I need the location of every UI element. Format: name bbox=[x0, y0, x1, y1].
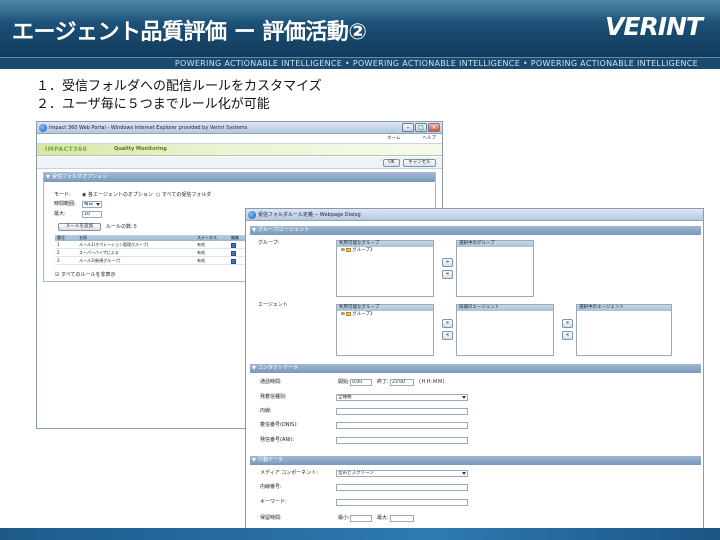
add-arrow-button[interactable]: » bbox=[442, 258, 453, 267]
dialog-title: 受信フォルダルール定義 -- Webpage Dialog bbox=[258, 212, 361, 218]
extension-number-label: 内線番号: bbox=[260, 484, 282, 490]
time-format-hint: (ＨＨ:ＭＭ) bbox=[419, 379, 445, 385]
media-label: メディア コンポーネント: bbox=[260, 470, 318, 476]
extension-label: 内線: bbox=[260, 408, 272, 414]
collapse-triangle-icon bbox=[252, 228, 256, 232]
max-input-2[interactable] bbox=[390, 515, 414, 522]
candidate-agents-list[interactable]: 候補のエージェント bbox=[456, 304, 554, 356]
slide-title: エージェント品質評価 ー 評価活動② bbox=[12, 20, 367, 45]
nav-home-link[interactable]: ホーム bbox=[387, 135, 400, 141]
direction-select[interactable]: 全種類 bbox=[336, 394, 468, 401]
start-time-input[interactable]: 0:00 bbox=[350, 379, 372, 386]
remove-arrow-button[interactable]: « bbox=[442, 270, 453, 279]
agent-label: エージェント bbox=[258, 302, 288, 308]
remove-arrow-button[interactable]: « bbox=[442, 331, 453, 340]
call-time-label: 通話時間: bbox=[260, 379, 282, 385]
close-button[interactable]: × bbox=[428, 123, 440, 132]
edit-icon[interactable] bbox=[231, 258, 236, 264]
add-arrow-button[interactable]: » bbox=[562, 319, 573, 328]
add-rule-button[interactable]: ルールを追加 bbox=[58, 223, 101, 231]
contact-data-section[interactable]: コンタクトデータ bbox=[250, 364, 701, 373]
bullet-item-2: ２．ユーザ毎に５つまでルール化が可能 bbox=[36, 97, 270, 112]
dnis-input[interactable] bbox=[336, 422, 468, 429]
min-label: 最小: bbox=[338, 515, 350, 521]
period-select[interactable]: 毎日 bbox=[82, 201, 102, 208]
agent-groups-list[interactable]: 利用可能なグループ ⊞ グループ1 bbox=[336, 304, 434, 356]
folder-icon bbox=[346, 247, 352, 252]
dnis-label: 着信番号(DNIS): bbox=[260, 422, 298, 428]
tagline: POWERING ACTIONABLE INTELLIGENCE • POWER… bbox=[174, 59, 698, 68]
edit-icon[interactable] bbox=[231, 250, 236, 256]
bullet-list: １．受信フォルダへの配信ルールをカスタマイズ ２．ユーザ毎に５つまでルール化が可… bbox=[36, 78, 322, 114]
verint-logo: VERINT bbox=[605, 12, 703, 41]
portal-window-title: Impact 360 Web Portal - Windows Internet… bbox=[49, 125, 248, 131]
dropdown-arrow-icon bbox=[96, 203, 100, 206]
inbox-options-header[interactable]: 受信フォルダオプション bbox=[44, 173, 435, 182]
edit-icon[interactable] bbox=[231, 242, 236, 248]
max-label: 最大: bbox=[54, 211, 66, 217]
keyword-input[interactable] bbox=[336, 499, 468, 506]
table-row[interactable]: 2 スーパーバイザによる 有効 bbox=[55, 249, 277, 257]
group-agent-section[interactable]: グループ/エージェント bbox=[250, 226, 701, 235]
tree-item[interactable]: ⊞ グループ1 bbox=[337, 311, 433, 318]
window-controls: – □ × bbox=[402, 123, 440, 132]
dialog-icon bbox=[248, 211, 256, 219]
behavior-data-section[interactable]: 行動データ bbox=[250, 456, 701, 465]
available-groups-list[interactable]: 利用可能なグループ ⊞ グループ1 bbox=[336, 240, 434, 297]
min-input[interactable] bbox=[350, 515, 372, 522]
impact360-logo: IMPACT360 bbox=[45, 146, 88, 153]
dialog-titlebar: 受信フォルダルール定義 -- Webpage Dialog bbox=[246, 209, 703, 221]
maximize-button[interactable]: □ bbox=[415, 123, 427, 132]
bullet-item-1: １．受信フォルダへの配信ルールをカスタマイズ bbox=[36, 79, 322, 94]
extension-input[interactable] bbox=[336, 408, 468, 415]
selected-groups-list[interactable]: 選択中のグループ bbox=[456, 240, 534, 297]
tree-item[interactable]: ⊞ グループ1 bbox=[337, 247, 433, 254]
minimize-button[interactable]: – bbox=[402, 123, 414, 132]
portal-titlebar: Impact 360 Web Portal - Windows Internet… bbox=[37, 122, 442, 134]
portal-brand-bar: IMPACT360 Quality Monitoring bbox=[37, 144, 442, 156]
folder-icon bbox=[346, 311, 352, 316]
cancel-button[interactable]: キャンセル bbox=[403, 159, 436, 167]
ani-label: 発信番号(ANI): bbox=[260, 437, 295, 443]
slide-header: エージェント品質評価 ー 評価活動② VERINT bbox=[0, 0, 720, 57]
collapse-triangle-icon bbox=[252, 458, 256, 462]
max-label-2: 最大: bbox=[377, 515, 389, 521]
collapse-triangle-icon bbox=[46, 175, 50, 179]
portal-button-row: OK キャンセル bbox=[37, 157, 442, 169]
ani-input[interactable] bbox=[336, 437, 468, 444]
add-arrow-button[interactable]: » bbox=[442, 319, 453, 328]
rule-count: ルールの数:５ bbox=[106, 224, 138, 230]
portal-top-nav: ホーム ヘルプ bbox=[37, 134, 442, 144]
table-row[interactable]: 1 ルール1(オペレーション管理グループ) 有効 bbox=[55, 241, 277, 249]
start-label: 開始: bbox=[338, 379, 350, 385]
remove-arrow-button[interactable]: « bbox=[562, 331, 573, 340]
mode-label: モード: bbox=[54, 192, 71, 198]
tagline-bar: POWERING ACTIONABLE INTELLIGENCE • POWER… bbox=[0, 57, 720, 69]
hold-time-label: 保留時間: bbox=[260, 515, 282, 521]
end-label: 終了: bbox=[377, 379, 389, 385]
ok-button[interactable]: OK bbox=[383, 159, 400, 167]
keyword-label: キーワード: bbox=[260, 499, 287, 505]
hide-rules-checkbox[interactable]: ☑ すべてのルールを非表示 bbox=[55, 272, 116, 279]
table-row[interactable]: 3 ルール3(新規グループ) 有効 bbox=[55, 257, 277, 265]
rules-table: 番号 名前 ステータス 編集 削除 1 ルール1(オペレーション管理グループ) … bbox=[55, 235, 277, 265]
period-label: 時間範囲: bbox=[54, 201, 76, 207]
extension-number-input[interactable] bbox=[336, 484, 468, 491]
media-select[interactable]: 音声とスクリーン bbox=[336, 470, 468, 477]
max-input[interactable]: 10 bbox=[82, 211, 102, 218]
dropdown-arrow-icon bbox=[462, 396, 466, 399]
group-label: グループ: bbox=[258, 240, 280, 246]
dropdown-arrow-icon bbox=[462, 472, 466, 475]
mode-radio-agent[interactable]: ◉ 各エージェントのオプション bbox=[82, 192, 153, 199]
direction-label: 発着信種別: bbox=[260, 394, 287, 400]
module-name: Quality Monitoring bbox=[114, 146, 167, 152]
bottom-bar bbox=[0, 528, 720, 540]
collapse-triangle-icon bbox=[252, 366, 256, 370]
mode-radio-all[interactable]: ○ すべての受信フォルダ bbox=[156, 192, 211, 199]
ie-icon bbox=[39, 124, 47, 132]
nav-help-link[interactable]: ヘルプ bbox=[423, 135, 437, 141]
end-time-input[interactable]: 23:00 bbox=[390, 379, 414, 386]
rule-dialog-window: 受信フォルダルール定義 -- Webpage Dialog グループ/エージェン… bbox=[245, 208, 704, 530]
selected-agents-list[interactable]: 選択中のエージェント bbox=[576, 304, 672, 356]
